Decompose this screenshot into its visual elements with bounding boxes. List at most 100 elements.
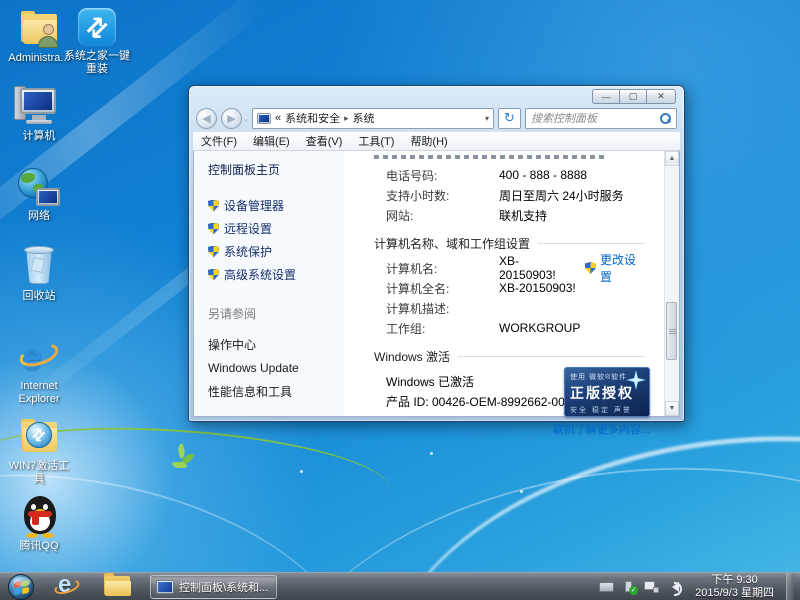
uac-shield-icon <box>208 269 219 281</box>
row-label: 电话号码: <box>386 167 499 184</box>
sidebar-item-performance-tools[interactable]: 性能信息和工具 <box>194 379 344 404</box>
menu-view[interactable]: 查看(V) <box>306 133 343 149</box>
product-id: 产品 ID: 00426-OEM-8992662-00006 <box>386 393 585 410</box>
search-placeholder: 搜索控制面板 <box>531 110 659 126</box>
sidebar-item-label: 系统保护 <box>224 243 272 260</box>
computer-fullname-value: XB-20150903! <box>499 281 576 295</box>
windows-activation-section-header: Windows 激活 <box>374 348 644 365</box>
sidebar-item-windows-update[interactable]: Windows Update <box>194 357 344 379</box>
network-tray-icon[interactable] <box>644 581 659 593</box>
clipped-scrolled-text <box>374 155 604 159</box>
desktop-icon-recycle-bin[interactable]: 回收站 <box>0 246 78 303</box>
vertical-scrollbar[interactable]: ▲ ▼ <box>664 151 679 416</box>
desktop-icon-syshome-reinstall[interactable]: ⇄ 系统之家一键 重装 <box>58 6 136 76</box>
desktop-icon-label: 系统之家一键 重装 <box>58 50 136 76</box>
desktop-icon-label: 回收站 <box>0 290 78 303</box>
desktop-icon-label: 腾讯QQ <box>0 540 78 553</box>
taskbar-explorer-icon[interactable] <box>104 576 132 598</box>
sparkle <box>520 490 523 493</box>
computer-icon <box>18 86 60 128</box>
breadcrumb-separator-icon: ▸ <box>344 113 349 124</box>
address-bar[interactable]: « 系统和安全 ▸ 系统 ▾ <box>252 108 494 129</box>
genuine-microsoft-badge[interactable]: 使用 微软®软件 正版授权 安全 稳定 声誉 <box>564 367 650 417</box>
sidebar-item-system-protection[interactable]: 系统保护 <box>194 240 344 263</box>
desktop-icon-network[interactable]: 网络 <box>0 166 78 223</box>
taskbar-task-control-panel[interactable]: 控制面板\系统和... <box>150 575 277 599</box>
volume-tray-icon[interactable] <box>667 582 679 592</box>
search-input[interactable]: 搜索控制面板 <box>525 108 677 129</box>
desktop-icon-computer[interactable]: 计算机 <box>0 86 78 143</box>
recent-pages-dropdown-icon[interactable]: ▾ <box>244 114 248 123</box>
sidebar-item-label: 高级系统设置 <box>224 266 296 283</box>
reinstall-app-icon: ⇄ <box>76 6 118 48</box>
window-titlebar[interactable]: — ▢ ✕ <box>189 86 684 105</box>
safely-remove-hardware-icon[interactable]: ✓ <box>622 580 636 594</box>
breadcrumb-chevrons[interactable]: « <box>275 112 281 124</box>
learn-more-online-link[interactable]: 联机了解更多内容... <box>553 421 650 437</box>
sidebar-item-advanced-system-settings[interactable]: 高级系统设置 <box>194 263 344 286</box>
system-info-panel: 电话号码: 400 - 888 - 8888 支持小时数: 周日至周六 24小时… <box>344 151 664 416</box>
uac-shield-icon <box>208 223 219 235</box>
sparkle <box>430 452 433 455</box>
clock-time: 下午 9:30 <box>695 574 774 587</box>
computer-description-row: 计算机描述: <box>386 298 644 318</box>
show-desktop-button[interactable] <box>786 573 794 600</box>
sidebar-item-action-center[interactable]: 操作中心 <box>194 332 344 357</box>
menu-tools[interactable]: 工具(T) <box>358 133 394 149</box>
menu-help[interactable]: 帮助(H) <box>410 133 447 149</box>
recycle-bin-icon <box>18 246 60 288</box>
breadcrumb-security[interactable]: 系统和安全 <box>285 110 340 126</box>
sidebar-item-remote-settings[interactable]: 远程设置 <box>194 217 344 240</box>
workgroup-row: 工作组: WORKGROUP <box>386 318 644 338</box>
phone-row: 电话号码: 400 - 888 - 8888 <box>386 165 644 185</box>
breadcrumb-system[interactable]: 系统 <box>353 110 375 126</box>
scrollbar-track[interactable] <box>665 166 679 401</box>
address-dropdown-icon[interactable]: ▾ <box>485 114 489 123</box>
support-hours-row: 支持小时数: 周日至周六 24小时服务 <box>386 185 644 205</box>
clock-date: 2015/9/3 星期四 <box>695 587 774 600</box>
refresh-button[interactable]: ↻ <box>498 108 521 129</box>
see-also-header: 另请参阅 <box>194 302 344 332</box>
change-settings-link[interactable]: 更改设置 <box>585 251 644 285</box>
desktop-icon-tencent-qq[interactable]: 腾讯QQ <box>0 496 78 553</box>
row-label: 计算机全名: <box>386 280 499 297</box>
workgroup-value: WORKGROUP <box>499 321 580 335</box>
desktop-icon-internet-explorer[interactable]: e Internet Explorer <box>0 336 78 406</box>
activator-folder-icon: ⇄ <box>18 416 60 458</box>
uac-shield-icon <box>585 262 596 274</box>
maximize-button[interactable]: ▢ <box>619 89 646 104</box>
task-button-label: 控制面板\系统和... <box>179 579 268 595</box>
start-button[interactable] <box>8 574 34 600</box>
uac-shield-icon <box>208 246 219 258</box>
system-tray: ✓ 下午 9:30 2015/9/3 星期四 <box>599 573 800 600</box>
row-label: 计算机名: <box>386 260 499 277</box>
menu-edit[interactable]: 编辑(E) <box>253 133 290 149</box>
website-row: 网站: 联机支持 <box>386 205 644 225</box>
taskbar: e 控制面板\系统和... ✓ 下午 9:30 2015/9/3 星期四 <box>0 572 800 600</box>
desktop-icon-win7-activator[interactable]: ⇄ WIN7激活工 具 <box>0 416 78 486</box>
phone-value: 400 - 888 - 8888 <box>499 168 587 182</box>
sidebar-item-control-panel-home[interactable]: 控制面板主页 <box>194 159 344 180</box>
sidebar-item-label: 远程设置 <box>224 220 272 237</box>
scroll-down-icon[interactable]: ▼ <box>665 401 679 416</box>
input-method-tray-icon[interactable] <box>599 582 614 592</box>
search-icon[interactable] <box>659 112 671 124</box>
badge-bottom-text: 安全 稳定 声誉 <box>570 405 644 415</box>
scroll-up-icon[interactable]: ▲ <box>665 151 679 166</box>
activation-status: Windows 已激活 <box>386 373 474 390</box>
menu-file[interactable]: 文件(F) <box>201 133 237 149</box>
forward-button[interactable]: ▶ <box>221 108 242 129</box>
sidebar-item-device-manager[interactable]: 设备管理器 <box>194 194 344 217</box>
scrollbar-thumb[interactable] <box>666 302 677 360</box>
internet-explorer-icon: e <box>18 336 60 378</box>
minimize-button[interactable]: — <box>592 89 619 104</box>
sidebar-item-label: 设备管理器 <box>224 197 284 214</box>
taskbar-internet-explorer-icon[interactable]: e <box>52 575 82 599</box>
taskbar-clock[interactable]: 下午 9:30 2015/9/3 星期四 <box>691 574 778 600</box>
desktop-icon-label: 计算机 <box>0 130 78 143</box>
uac-shield-icon <box>208 200 219 212</box>
sparkle <box>300 470 303 473</box>
close-button[interactable]: ✕ <box>646 89 676 104</box>
back-button[interactable]: ◀ <box>196 108 217 129</box>
online-support-link[interactable]: 联机支持 <box>499 207 547 224</box>
